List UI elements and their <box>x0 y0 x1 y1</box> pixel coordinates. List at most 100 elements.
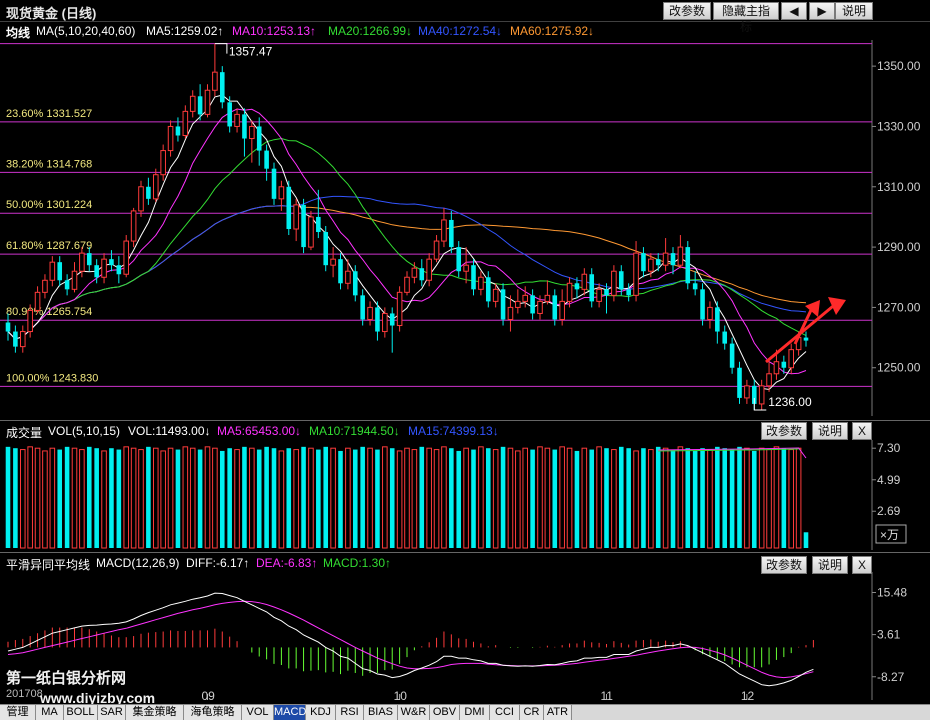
vol-close-icon[interactable]: X <box>852 422 872 440</box>
tab-atr[interactable]: ATR <box>544 705 572 720</box>
volume-bar <box>396 450 403 549</box>
volume-bar <box>242 446 247 548</box>
volume-bar <box>641 448 646 548</box>
volume-chart[interactable]: 7.30 4.99 2.69 ×万 <box>0 440 930 550</box>
tab-dmi[interactable]: DMI <box>460 705 490 720</box>
candle-body <box>234 113 240 127</box>
tab-rsi[interactable]: RSI <box>336 705 364 720</box>
candle-body <box>611 270 617 296</box>
candle-body <box>189 95 196 112</box>
tab-item[interactable]: 集金策略 <box>126 705 184 720</box>
vol-edit-params-button[interactable]: 改参数 <box>761 422 807 440</box>
candle-body <box>182 110 189 136</box>
candle-body <box>788 349 795 369</box>
price-chart[interactable]: 1350.00 1330.00 1310.00 1290.00 1270.00 1250.… <box>0 40 930 420</box>
ma-params: MA(5,10,20,40,60) <box>36 24 136 38</box>
candle-body <box>677 246 684 266</box>
volume-bar <box>633 450 639 549</box>
tab-bias[interactable]: BIAS <box>364 705 398 720</box>
volume-bar <box>507 447 514 549</box>
tab-boll[interactable]: BOLL <box>64 705 98 720</box>
volume-bar <box>426 447 432 549</box>
volume-bar <box>182 446 189 549</box>
volume-bar <box>249 447 255 549</box>
candle-body <box>271 168 277 199</box>
volume-bar <box>670 449 676 548</box>
macd-chart[interactable]: 15.48 3.61 -8.27 09 10 11 12 <box>0 572 930 702</box>
help-button[interactable]: 说明 <box>835 2 873 20</box>
tab-item[interactable]: 管理 <box>0 705 36 720</box>
candle-body <box>152 174 159 200</box>
tab-cci[interactable]: CCI <box>490 705 520 720</box>
tab-macd[interactable]: MACD <box>274 705 306 720</box>
candle-body <box>581 273 588 290</box>
tab-vol[interactable]: VOL <box>242 705 274 720</box>
candle-body <box>382 312 388 333</box>
volume-bar <box>803 532 809 548</box>
candle-body <box>79 252 85 272</box>
tab-obv[interactable]: OBV <box>430 705 460 720</box>
volume-bar <box>138 449 144 549</box>
price-tick-label: 1330.00 <box>877 119 921 133</box>
volume-bar <box>766 449 772 549</box>
volume-bar <box>167 447 174 549</box>
volume-bar <box>79 449 85 549</box>
candle-body <box>338 259 343 284</box>
macd-params: MACD(12,26,9) <box>96 556 180 570</box>
candle-body <box>330 258 336 266</box>
tab-ma[interactable]: MA <box>36 705 64 720</box>
candle-body <box>589 274 595 302</box>
hide-main-indicator-button[interactable]: 隐藏主指标 <box>713 2 779 34</box>
candle-body <box>626 289 631 296</box>
candle-body <box>715 307 720 332</box>
low-annotation: 1236.00 <box>768 395 812 409</box>
arrow-right-icon[interactable]: ▶ <box>809 2 835 20</box>
volume-bar <box>559 446 565 549</box>
tab-cr[interactable]: CR <box>520 705 544 720</box>
candle-body <box>34 291 41 311</box>
volume-bar <box>338 450 343 548</box>
candle-body <box>286 186 292 229</box>
candle-body <box>116 265 122 275</box>
candle-body <box>197 96 203 115</box>
volume-bar <box>715 446 720 548</box>
candle-body <box>19 331 26 348</box>
volume-bar <box>589 449 595 548</box>
tab-kdj[interactable]: KDJ <box>306 705 336 720</box>
price-plot-bg <box>0 40 872 416</box>
price-tick-label: 1310.00 <box>877 180 921 194</box>
macd-label: 平滑异同平均线 <box>6 558 91 572</box>
candle-body <box>130 210 137 242</box>
volume-bar <box>175 449 181 548</box>
candle-body <box>212 71 218 91</box>
volume-bar <box>648 449 654 549</box>
volume-header: 成交量 VOL(5,10,15) VOL:11493.00↓ MA5:65453… <box>0 420 930 440</box>
volume-bar <box>382 446 388 549</box>
volume-bar <box>101 450 107 549</box>
candle-body <box>360 295 365 320</box>
edit-params-button[interactable]: 改参数 <box>663 2 711 20</box>
arrow-left-icon[interactable]: ◀ <box>781 2 807 20</box>
vol-help-button[interactable]: 说明 <box>812 422 848 440</box>
volume-bar <box>197 449 203 548</box>
fib-label: 23.60% 1331.527 <box>6 108 92 120</box>
candle-body <box>389 313 395 326</box>
tab-sar[interactable]: SAR <box>98 705 126 720</box>
volume-bar <box>788 449 795 549</box>
candle-body <box>559 300 565 320</box>
candle-body <box>323 232 329 266</box>
volume-bar <box>404 447 410 549</box>
candle-body <box>404 276 410 293</box>
volume-bar <box>375 449 380 548</box>
vol-params: VOL(5,10,15) <box>48 424 121 438</box>
volume-bar <box>71 447 78 549</box>
candle-body <box>758 385 765 405</box>
fib-label: 50.00% 1301.224 <box>6 199 92 211</box>
chart-title: 现货黄金 (日线) <box>6 6 97 21</box>
watermark-title: 第一纸白银分析网 <box>6 670 127 687</box>
tab-item[interactable]: 海龟策略 <box>184 705 242 720</box>
tab-wr[interactable]: W&R <box>398 705 430 720</box>
candle-body <box>94 265 99 278</box>
volume-bar <box>86 446 92 548</box>
candle-body <box>345 270 351 284</box>
